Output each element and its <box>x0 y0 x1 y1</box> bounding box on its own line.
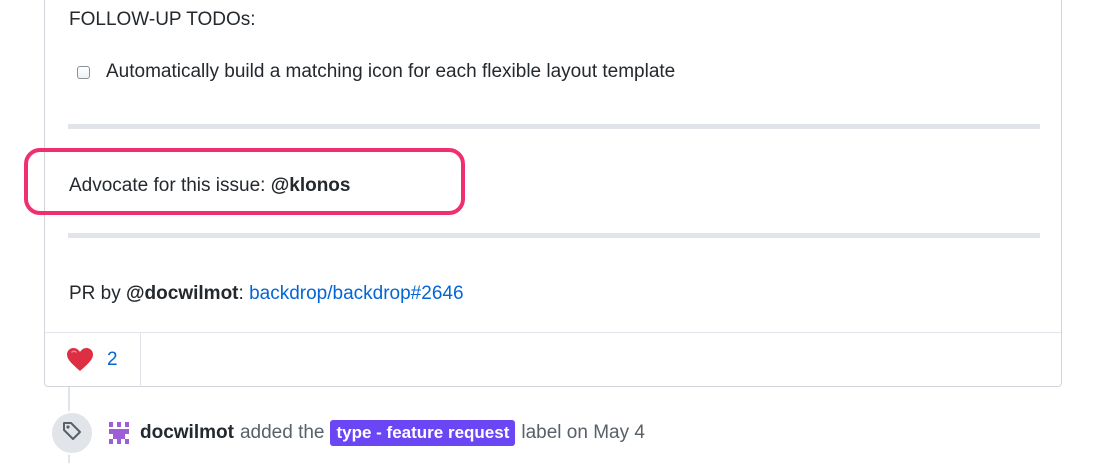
tag-event-badge <box>50 411 94 455</box>
advocate-line: Advocate for this issue: @klonos <box>69 174 350 198</box>
label-event: docwilmot added the type - feature reque… <box>140 420 645 446</box>
reaction-count: 2 <box>107 349 118 370</box>
task-checkbox[interactable] <box>77 65 90 79</box>
pr-separator: : <box>238 283 250 304</box>
todo-list-item: Automatically build a matching icon for … <box>77 60 675 84</box>
todo-item-label: Automatically build a matching icon for … <box>106 61 676 82</box>
event-suffix: label on May 4 <box>521 422 645 443</box>
event-action: added the <box>239 422 325 443</box>
pr-line: PR by @docwilmot: backdrop/backdrop#2646 <box>69 282 464 306</box>
pr-prefix: PR by <box>69 283 127 304</box>
horizontal-rule <box>68 124 1040 129</box>
pr-link[interactable]: backdrop/backdrop#2646 <box>249 283 463 304</box>
tag-icon <box>62 421 82 446</box>
pr-author-mention[interactable]: @docwilmot <box>126 283 238 304</box>
horizontal-rule <box>68 233 1040 238</box>
advocate-mention[interactable]: @klonos <box>271 175 351 196</box>
reactions-bar: 2 <box>45 332 1061 387</box>
advocate-prefix: Advocate for this issue: <box>69 175 271 196</box>
comment-box: FOLLOW-UP TODOs: Automatically build a m… <box>24 0 1062 387</box>
user-avatar[interactable] <box>106 420 132 446</box>
heart-icon <box>67 348 93 372</box>
issue-timeline: FOLLOW-UP TODOs: Automatically build a m… <box>0 0 1116 463</box>
heart-reaction-button[interactable]: 2 <box>45 333 141 387</box>
label-badge[interactable]: type - feature request <box>330 420 516 446</box>
followup-heading: FOLLOW-UP TODOs: <box>69 9 256 30</box>
event-username[interactable]: docwilmot <box>140 422 234 444</box>
